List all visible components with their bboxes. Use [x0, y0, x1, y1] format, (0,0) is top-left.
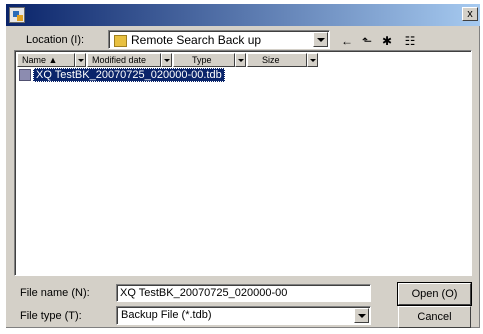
filename-input[interactable]: XQ TestBK_20070725_020000-00: [116, 284, 371, 302]
cancel-button[interactable]: Cancel: [398, 306, 471, 328]
title-bar: x: [6, 4, 480, 26]
back-arrow-icon[interactable]: ←: [338, 33, 356, 49]
filetype-label: File type (T):: [20, 310, 82, 322]
column-name-dropdown[interactable]: [75, 53, 86, 67]
view-menu-icon[interactable]: ☷: [398, 33, 422, 49]
column-modified-dropdown[interactable]: [161, 53, 172, 67]
column-size-dropdown[interactable]: [307, 53, 318, 67]
column-header-name[interactable]: Name ▲: [17, 53, 75, 67]
new-folder-icon[interactable]: ✱: [378, 33, 396, 49]
folder-icon: [114, 35, 127, 47]
app-icon: [9, 7, 25, 23]
filetype-dropdown-button[interactable]: [354, 308, 369, 323]
location-value: Remote Search Back up: [131, 33, 262, 47]
location-combo[interactable]: Remote Search Back up: [108, 30, 330, 49]
open-file-dialog: x Location (I): Remote Search Back up ← …: [6, 4, 480, 328]
up-folder-icon[interactable]: ⬑: [358, 33, 376, 49]
location-dropdown-button[interactable]: [313, 32, 328, 47]
filetype-value: Backup File (*.tdb): [121, 309, 212, 321]
location-label: Location (I):: [26, 34, 85, 46]
file-name[interactable]: XQ TestBK_20070725_020000-00.tdb: [33, 68, 225, 82]
column-header-type[interactable]: Type: [173, 53, 235, 67]
file-list[interactable]: Name ▲ Modified date Type Size XQ TestBK…: [14, 50, 472, 276]
filetype-combo[interactable]: Backup File (*.tdb): [116, 306, 371, 325]
column-header-modified[interactable]: Modified date: [87, 53, 161, 67]
open-button[interactable]: Open (O): [397, 282, 472, 306]
file-row[interactable]: XQ TestBK_20070725_020000-00.tdb: [19, 68, 225, 82]
column-type-dropdown[interactable]: [235, 53, 246, 67]
filename-label: File name (N):: [20, 287, 90, 299]
close-button[interactable]: x: [462, 7, 478, 21]
column-header-size[interactable]: Size: [247, 53, 307, 67]
file-icon: [19, 69, 31, 81]
